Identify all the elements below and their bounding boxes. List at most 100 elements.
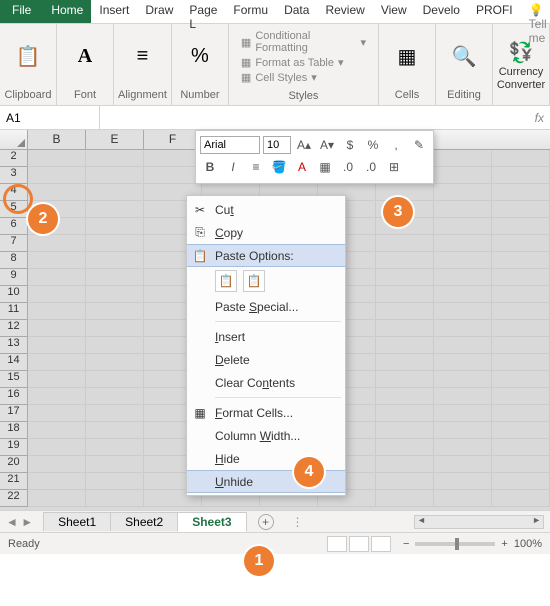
cell[interactable] bbox=[28, 456, 86, 473]
cell[interactable] bbox=[28, 473, 86, 490]
tab-formulas[interactable]: Formu bbox=[225, 0, 276, 23]
cell[interactable] bbox=[434, 490, 492, 507]
cell[interactable] bbox=[144, 150, 202, 167]
cell[interactable] bbox=[86, 388, 144, 405]
cell[interactable] bbox=[86, 252, 144, 269]
col-header[interactable]: F bbox=[144, 130, 202, 149]
cell[interactable] bbox=[434, 167, 492, 184]
cell[interactable] bbox=[492, 388, 550, 405]
cell[interactable] bbox=[376, 371, 434, 388]
row-header[interactable]: 11 bbox=[0, 303, 28, 320]
comma-format-icon[interactable]: , bbox=[386, 135, 406, 155]
cell[interactable] bbox=[434, 150, 492, 167]
cell[interactable] bbox=[434, 286, 492, 303]
cell[interactable] bbox=[492, 490, 550, 507]
mini-size-select[interactable] bbox=[263, 136, 291, 154]
cell[interactable] bbox=[86, 150, 144, 167]
cell[interactable] bbox=[86, 371, 144, 388]
cell[interactable] bbox=[492, 473, 550, 490]
cell[interactable] bbox=[376, 405, 434, 422]
fx-label[interactable]: fx bbox=[535, 111, 544, 125]
zoom-slider[interactable] bbox=[415, 542, 495, 546]
view-page-layout-button[interactable] bbox=[349, 536, 369, 552]
accounting-format-icon[interactable]: $ bbox=[340, 135, 360, 155]
cell[interactable] bbox=[28, 167, 86, 184]
cell[interactable] bbox=[434, 235, 492, 252]
cell[interactable] bbox=[376, 337, 434, 354]
row-header[interactable]: 10 bbox=[0, 286, 28, 303]
cell[interactable] bbox=[86, 473, 144, 490]
cell[interactable] bbox=[28, 490, 86, 507]
row-header[interactable]: 19 bbox=[0, 439, 28, 456]
view-page-break-button[interactable] bbox=[371, 536, 391, 552]
sheet-nav-arrows[interactable]: ◄ ► bbox=[6, 515, 33, 529]
increase-decimal-icon[interactable]: .0 bbox=[338, 157, 358, 177]
cell[interactable] bbox=[28, 150, 86, 167]
decrease-decimal-icon[interactable]: .0 bbox=[361, 157, 381, 177]
cell[interactable] bbox=[434, 184, 492, 201]
row-header[interactable]: 7 bbox=[0, 235, 28, 252]
cell[interactable] bbox=[434, 320, 492, 337]
cell[interactable] bbox=[492, 201, 550, 218]
cell[interactable] bbox=[86, 320, 144, 337]
cell[interactable] bbox=[492, 167, 550, 184]
zoom-in-button[interactable]: + bbox=[501, 538, 507, 550]
row-header[interactable]: 13 bbox=[0, 337, 28, 354]
cell[interactable] bbox=[28, 422, 86, 439]
align-icon[interactable]: ≡ bbox=[246, 157, 266, 177]
cell[interactable] bbox=[28, 235, 86, 252]
cell[interactable] bbox=[492, 184, 550, 201]
mini-font-select[interactable] bbox=[200, 136, 260, 154]
cell[interactable] bbox=[28, 405, 86, 422]
cell[interactable] bbox=[434, 218, 492, 235]
sheet-tab[interactable]: Sheet1 bbox=[43, 512, 111, 531]
cell[interactable] bbox=[28, 439, 86, 456]
tab-review[interactable]: Review bbox=[317, 0, 372, 23]
cell[interactable] bbox=[376, 252, 434, 269]
row-header[interactable]: 16 bbox=[0, 388, 28, 405]
bold-icon[interactable]: B bbox=[200, 157, 220, 177]
cells-button[interactable]: ▦ bbox=[383, 43, 431, 71]
cell[interactable] bbox=[376, 439, 434, 456]
zoom-out-button[interactable]: − bbox=[403, 538, 409, 550]
cell[interactable] bbox=[28, 269, 86, 286]
cell[interactable] bbox=[86, 439, 144, 456]
menu-copy[interactable]: ⎘Copy bbox=[187, 221, 345, 244]
tab-file[interactable]: File bbox=[0, 0, 43, 23]
cell[interactable] bbox=[492, 405, 550, 422]
cell[interactable] bbox=[86, 286, 144, 303]
cell[interactable] bbox=[86, 337, 144, 354]
row-header[interactable]: 20 bbox=[0, 456, 28, 473]
menu-clear-contents[interactable]: Clear Contents bbox=[187, 371, 345, 394]
row-header[interactable]: 6 bbox=[0, 218, 28, 235]
cell[interactable] bbox=[492, 371, 550, 388]
cell[interactable] bbox=[492, 303, 550, 320]
cell[interactable] bbox=[28, 252, 86, 269]
cell[interactable] bbox=[434, 201, 492, 218]
cell[interactable] bbox=[434, 388, 492, 405]
cell[interactable] bbox=[376, 303, 434, 320]
cell[interactable] bbox=[376, 320, 434, 337]
row-header[interactable]: 18 bbox=[0, 422, 28, 439]
cell[interactable] bbox=[434, 439, 492, 456]
cell[interactable] bbox=[434, 354, 492, 371]
cell[interactable] bbox=[492, 235, 550, 252]
cell[interactable] bbox=[86, 269, 144, 286]
horizontal-scrollbar[interactable] bbox=[414, 515, 544, 529]
cell[interactable] bbox=[492, 456, 550, 473]
font-color-icon[interactable]: A bbox=[292, 157, 312, 177]
cell[interactable] bbox=[434, 456, 492, 473]
menu-cut[interactable]: ✂Cut bbox=[187, 198, 345, 221]
paste-option-button[interactable]: 📋 bbox=[243, 270, 265, 292]
font-button[interactable]: A bbox=[61, 43, 109, 71]
cell[interactable] bbox=[434, 473, 492, 490]
cell[interactable] bbox=[28, 303, 86, 320]
sheet-tab[interactable]: Sheet2 bbox=[110, 512, 178, 531]
paste-option-button[interactable]: 📋 bbox=[215, 270, 237, 292]
cell[interactable] bbox=[376, 388, 434, 405]
row-header[interactable]: 21 bbox=[0, 473, 28, 490]
cell[interactable] bbox=[144, 167, 202, 184]
cell[interactable] bbox=[28, 184, 86, 201]
cell[interactable] bbox=[492, 252, 550, 269]
tab-profi[interactable]: PROFI bbox=[468, 0, 521, 23]
